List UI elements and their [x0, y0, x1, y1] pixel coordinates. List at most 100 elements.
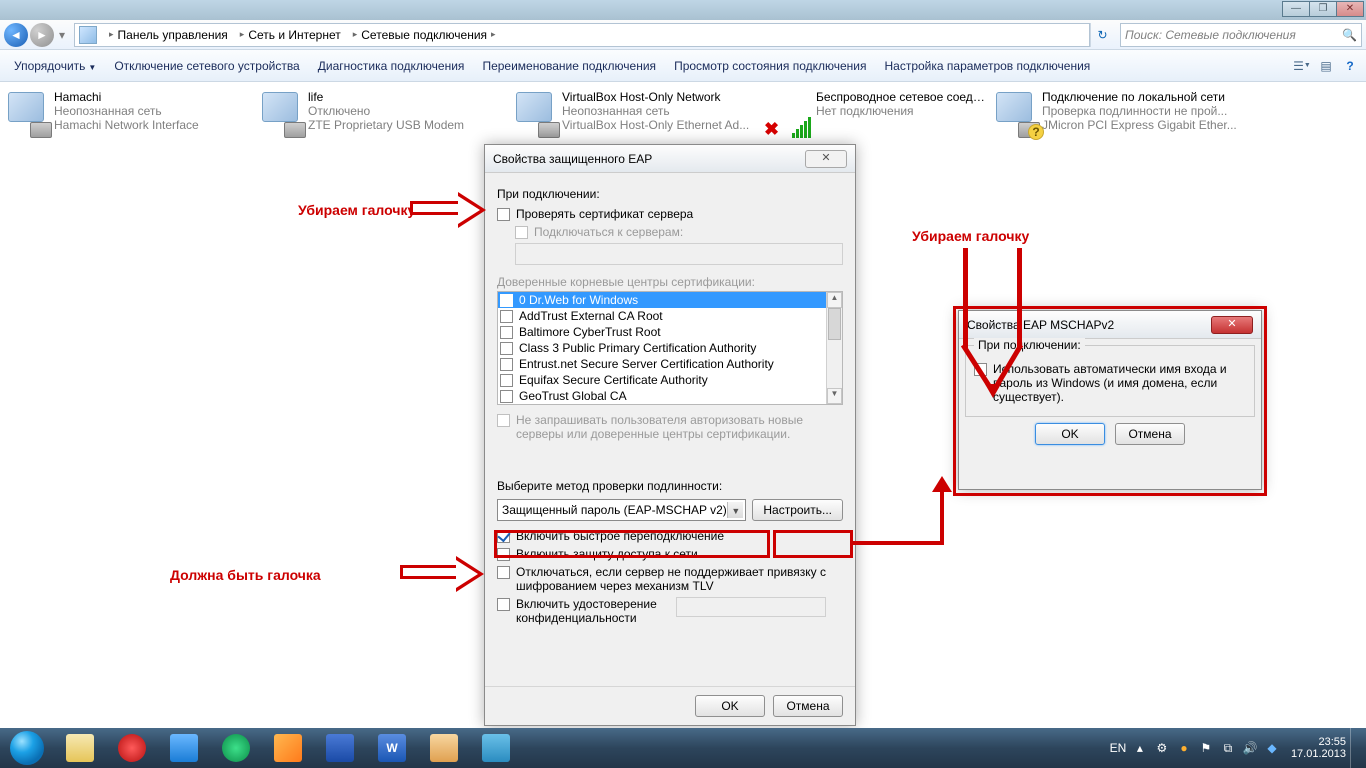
adapter-icon	[8, 92, 44, 122]
tray-icon[interactable]: ●	[1175, 739, 1193, 757]
tray-action-center-icon[interactable]: ⚑	[1197, 739, 1215, 757]
annotation-line	[940, 490, 944, 545]
taskbar: W EN ▴ ⚙ ● ⚑ ⧉ 🔊 ◆ 23:55 17.01.2013	[0, 728, 1366, 768]
tray-show-hidden[interactable]: ▴	[1131, 739, 1149, 757]
task-media[interactable]	[263, 730, 313, 766]
ca-item[interactable]: 0 Dr.Web for Windows	[519, 293, 638, 307]
disable-device-button[interactable]: Отключение сетевого устройства	[106, 55, 307, 77]
scrollbar[interactable]: ▲▼	[826, 292, 842, 404]
task-opera[interactable]	[107, 730, 157, 766]
diagnose-button[interactable]: Диагностика подключения	[310, 55, 473, 77]
configure-button[interactable]: Настроить...	[752, 499, 843, 521]
start-button[interactable]	[0, 728, 54, 768]
rename-button[interactable]: Переименование подключения	[474, 55, 664, 77]
tray-dropbox-icon[interactable]: ◆	[1263, 739, 1281, 757]
word-icon: W	[378, 734, 406, 762]
annotation-arrow-icon	[400, 556, 490, 592]
nav-back-button[interactable]: ◄	[4, 23, 28, 47]
status-button[interactable]: Просмотр состояния подключения	[666, 55, 874, 77]
dropbox-icon	[170, 734, 198, 762]
bg-close-button[interactable]: ✕	[1336, 1, 1364, 17]
clock[interactable]: 23:55 17.01.2013	[1291, 736, 1346, 760]
auth-method-combobox[interactable]: Защищенный пароль (EAP-MSCHAP v2) ▼	[497, 499, 746, 521]
paint-icon	[430, 734, 458, 762]
conn-name: Беспроводное сетевое соединение	[816, 90, 990, 104]
view-mode-button[interactable]: ☰▼	[1292, 56, 1312, 76]
ca-item[interactable]: Entrust.net Secure Server Certification …	[519, 357, 774, 371]
search-icon: 🔍	[1342, 28, 1357, 42]
connection-item[interactable]: ✖ Беспроводное сетевое соединениеНет под…	[768, 90, 990, 138]
search-input[interactable]: Поиск: Сетевые подключения 🔍	[1120, 23, 1362, 47]
conn-status: Неопознанная сеть	[54, 104, 256, 118]
connection-item[interactable]: HamachiНеопознанная сетьHamachi Network …	[6, 90, 256, 138]
conn-device: JMicron PCI Express Gigabit Ether...	[1042, 118, 1244, 132]
connection-item[interactable]: lifeОтключеноZTE Proprietary USB Modem	[260, 90, 510, 138]
windows-orb-icon	[10, 731, 44, 765]
search-placeholder: Поиск: Сетевые подключения	[1125, 28, 1296, 42]
address-bar-row: ◄ ► ▾ ▸Панель управления ▸Сеть и Интерне…	[0, 20, 1366, 50]
connection-item[interactable]: VirtualBox Host-Only NetworkНеопознанная…	[514, 90, 764, 138]
annotation-highlight-box	[494, 530, 770, 558]
modem-icon	[284, 122, 306, 138]
validate-cert-label: Проверять сертификат сервера	[516, 207, 693, 221]
annotation-arrowhead-icon	[932, 476, 952, 492]
servers-input	[515, 243, 843, 265]
preview-pane-button[interactable]: ▤	[1316, 56, 1336, 76]
connection-item[interactable]: ? Подключение по локальной сетиПроверка …	[994, 90, 1244, 138]
conn-name: VirtualBox Host-Only Network	[562, 90, 764, 104]
validate-cert-checkbox[interactable]	[497, 208, 510, 221]
ok-button[interactable]: OK	[695, 695, 765, 717]
opera-icon	[118, 734, 146, 762]
crumb-1[interactable]: Сеть и Интернет	[248, 28, 340, 42]
task-explorer[interactable]	[55, 730, 105, 766]
chevron-down-icon: ▼	[727, 502, 743, 518]
crumb-0[interactable]: Панель управления	[118, 28, 228, 42]
explorer-icon	[66, 734, 94, 762]
task-app[interactable]	[211, 730, 261, 766]
id-privacy-checkbox[interactable]	[497, 598, 510, 611]
cancel-button[interactable]: Отмена	[773, 695, 843, 717]
adapter-sub-icon	[538, 122, 560, 138]
organize-button[interactable]: Упорядочить▼	[6, 55, 104, 77]
green-app-icon	[222, 734, 250, 762]
dialog-close-button[interactable]: ✕	[805, 150, 847, 168]
tray-network-icon[interactable]: ⧉	[1219, 739, 1237, 757]
bg-max-button[interactable]: ❐	[1309, 1, 1337, 17]
auth-method-value: Защищенный пароль (EAP-MSCHAP v2)	[502, 503, 727, 517]
annotation-highlight-box	[773, 530, 853, 558]
ca-item[interactable]: Class 3 Public Primary Certification Aut…	[519, 341, 756, 355]
tray-volume-icon[interactable]: 🔊	[1241, 739, 1259, 757]
task-word[interactable]: W	[367, 730, 417, 766]
no-prompt-checkbox[interactable]	[497, 414, 510, 427]
bg-min-button[interactable]: —	[1282, 1, 1310, 17]
refresh-button[interactable]: ↻	[1090, 23, 1114, 47]
nav-forward-button[interactable]: ►	[30, 23, 54, 47]
task-paint[interactable]	[419, 730, 469, 766]
ca-item[interactable]: AddTrust External CA Root	[519, 309, 663, 323]
ca-item[interactable]: Equifax Secure Certificate Authority	[519, 373, 708, 387]
clock-time: 23:55	[1291, 736, 1346, 748]
conn-status: Отключено	[308, 104, 510, 118]
trusted-ca-label: Доверенные корневые центры сертификации:	[497, 275, 843, 289]
adapter-icon	[516, 92, 552, 122]
task-dropbox[interactable]	[159, 730, 209, 766]
command-toolbar: Упорядочить▼ Отключение сетевого устройс…	[0, 50, 1366, 82]
ca-listbox[interactable]: 0 Dr.Web for Windows AddTrust External C…	[497, 291, 843, 405]
connect-servers-checkbox[interactable]	[515, 226, 528, 239]
crumb-2[interactable]: Сетевые подключения	[361, 28, 487, 42]
network-folder-icon	[79, 26, 97, 44]
show-desktop-button[interactable]	[1350, 728, 1360, 768]
task-app2[interactable]	[471, 730, 521, 766]
settings-button[interactable]: Настройка параметров подключения	[877, 55, 1099, 77]
lang-indicator[interactable]: EN	[1109, 739, 1127, 757]
breadcrumb-bar[interactable]: ▸Панель управления ▸Сеть и Интернет ▸Сет…	[74, 23, 1090, 47]
on-connect-label: При подключении:	[497, 187, 843, 201]
disconnect-tlv-checkbox[interactable]	[497, 566, 510, 579]
ca-item[interactable]: Baltimore CyberTrust Root	[519, 325, 661, 339]
task-save[interactable]	[315, 730, 365, 766]
nav-history-dropdown[interactable]: ▾	[56, 25, 68, 45]
annotation-remove-check-1: Убираем галочку	[298, 202, 415, 218]
tray-icon[interactable]: ⚙	[1153, 739, 1171, 757]
help-button[interactable]: ?	[1340, 56, 1360, 76]
ca-item[interactable]: GeoTrust Global CA	[519, 389, 627, 403]
